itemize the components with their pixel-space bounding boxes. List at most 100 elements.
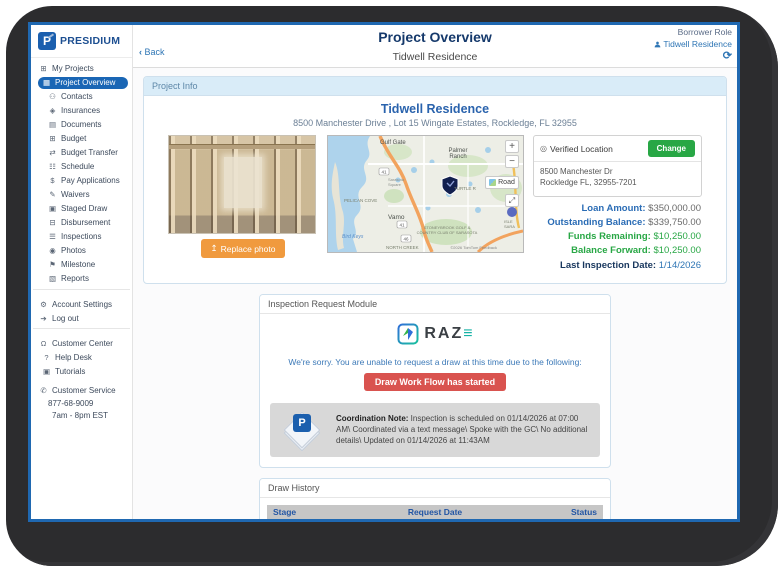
sidebar-item-waivers[interactable]: ✎ Waivers: [44, 189, 128, 201]
shield-icon: ◈: [49, 106, 56, 115]
content-area: Project Info Tidwell Residence 8500 Manc…: [133, 68, 737, 519]
sidebar-item-account-settings[interactable]: ⚙ Account Settings: [35, 299, 128, 311]
sidebar-item-label: Customer Service: [52, 386, 116, 395]
screenshot-canvas: P PRESIDIUM ⊞ My Projects ▦ Project Overvie…: [0, 0, 782, 572]
person-icon: [654, 41, 661, 48]
sidebar-item-label: Contacts: [61, 92, 93, 101]
map-layer-icon: [489, 179, 497, 186]
sidebar-item-label: Help Desk: [55, 353, 92, 362]
contacts-icon: ⚇: [49, 92, 56, 101]
sidebar-item-contacts[interactable]: ⚇ Contacts: [44, 91, 128, 103]
brand-logo[interactable]: P PRESIDIUM: [31, 25, 132, 58]
draw-history-header: Draw History: [260, 478, 610, 498]
sidebar-divider: [33, 288, 130, 290]
map-label: Palmer Ranch: [448, 148, 468, 160]
financial-label: Loan Amount:: [581, 202, 646, 214]
map-fullscreen-button[interactable]: ⤢: [505, 194, 519, 207]
draw-history-table: Stage Request Date Status Stage # 12025-…: [267, 504, 603, 519]
header-right-meta: Borrower Role Tidwell Residence ⟳: [654, 27, 732, 62]
camera-icon: ◉: [49, 246, 56, 255]
document-icon: ▤: [48, 120, 57, 129]
presidium-cube-icon: P: [282, 411, 322, 452]
sidebar-item-schedule[interactable]: ☷ Schedule: [44, 161, 128, 173]
refresh-icon[interactable]: ⟳: [654, 51, 732, 62]
report-icon: ▧: [48, 274, 57, 283]
replace-photo-button[interactable]: ↥ Replace photo: [200, 239, 286, 258]
map-zoom-in-button[interactable]: +: [505, 140, 519, 153]
sidebar-item-reports[interactable]: ▧ Reports: [44, 273, 128, 285]
sidebar-item-photos[interactable]: ◉ Photos: [44, 245, 128, 257]
sidebar-item-label: Log out: [52, 313, 79, 323]
financial-label: Funds Remaining:: [567, 231, 651, 243]
route-shield-41: 41: [381, 169, 387, 174]
sidebar-item-insurances[interactable]: ◈ Insurances: [44, 105, 128, 117]
financial-line-funds-remaining: Funds Remaining: $10,250.00: [533, 230, 701, 244]
change-location-button[interactable]: Change: [647, 140, 695, 157]
logout-icon: ➔: [40, 313, 47, 323]
sidebar-item-pay-applications[interactable]: $ Pay Applications: [44, 175, 128, 187]
sidebar-item-project-overview[interactable]: ▦ Project Overview: [38, 77, 128, 89]
raze-logo-icon: [397, 323, 419, 345]
financial-line-balance-forward: Balance Forward: $10,250.00: [533, 244, 701, 258]
customer-service-phone: 877-68-9009: [48, 399, 94, 408]
project-photo: [168, 135, 316, 234]
list-icon: ☰: [49, 232, 56, 241]
sidebar-item-label: Schedule: [61, 162, 95, 171]
coordination-note: P Coordination Note: Inspection is sched…: [270, 402, 600, 457]
map-zoom-out-button[interactable]: −: [505, 155, 519, 168]
sidebar-item-inspections[interactable]: ☰ Inspections: [44, 231, 128, 243]
overview-icon: ▦: [42, 78, 51, 87]
sidebar-account-section: ⚙ Account Settings ➔ Log out: [31, 294, 132, 325]
map-label: Bird Keys: [342, 234, 364, 240]
transfer-icon: ⇄: [49, 148, 56, 157]
location-map[interactable]: 41 41 46 Gulf Gate Palmer Ranch Sarasota…: [327, 135, 524, 253]
sidebar-item-label: Pay Applications: [61, 176, 120, 185]
financial-label: Last Inspection Date:: [560, 259, 657, 271]
gear-icon: ⚙: [40, 299, 47, 309]
sidebar-item-budget[interactable]: ⊞ Budget: [44, 133, 128, 145]
sidebar-item-documents[interactable]: ▤ Documents: [44, 119, 128, 131]
sidebar-item-staged-draw[interactable]: ▣ Staged Draw: [44, 203, 128, 215]
inspection-request-header: Inspection Request Module: [260, 294, 610, 314]
column-stage: Stage: [267, 504, 367, 519]
sidebar-item-disbursement[interactable]: ⊟ Disbursement: [44, 217, 128, 229]
sidebar-item-help-desk[interactable]: ? Help Desk: [38, 352, 128, 364]
sidebar-item-label: Account Settings: [52, 299, 113, 309]
map-label: NORTH CREEK: [386, 245, 419, 250]
financial-value: $339,750.00: [648, 216, 701, 228]
column-status: Status: [503, 504, 603, 519]
sidebar-item-my-projects[interactable]: ⊞ My Projects: [35, 63, 128, 75]
verified-location-label: ◎ Verified Location: [540, 143, 613, 154]
map-label: Gulf Gate: [380, 140, 406, 146]
inspection-request-panel: Inspection Request Module RAZ≡ We're sor…: [259, 293, 611, 468]
flag-icon: ⚑: [49, 260, 56, 269]
chart-icon: ☷: [49, 162, 56, 171]
sidebar-item-milestone[interactable]: ⚑ Milestone: [44, 259, 128, 271]
sidebar-item-label: My Projects: [52, 64, 94, 73]
target-icon: ◎: [540, 144, 547, 153]
project-name: Tidwell Residence: [380, 102, 490, 116]
map-label: PELICAN COVE: [344, 198, 378, 203]
sidebar-item-log-out[interactable]: ➔ Log out: [35, 313, 128, 325]
svg-text:46: 46: [403, 236, 409, 241]
page-subtitle: Tidwell Residence: [392, 51, 478, 63]
draw-history-panel: Draw History Stage Request Date Status S…: [259, 477, 611, 519]
money-icon: $: [50, 176, 55, 185]
raze-logo: RAZ≡: [397, 323, 473, 345]
sidebar-item-tutorials[interactable]: ▣ Tutorials: [38, 366, 128, 378]
sidebar-item-customer-service[interactable]: ✆ Customer Service: [35, 385, 128, 397]
sidebar: P PRESIDIUM ⊞ My Projects ▦ Project Overvie…: [31, 25, 133, 519]
sidebar-item-customer-center[interactable]: Ω Customer Center: [35, 338, 128, 350]
chevron-left-icon: ‹: [139, 47, 142, 57]
sidebar-item-budget-transfer[interactable]: ⇄ Budget Transfer: [44, 147, 128, 159]
header-divider: [133, 67, 737, 68]
sidebar-item-label: Project Overview: [55, 78, 116, 87]
sidebar-item-label: Documents: [61, 120, 102, 129]
user-menu[interactable]: Tidwell Residence: [654, 39, 732, 50]
workflow-status-badge: Draw Work Flow has started: [363, 372, 507, 391]
map-layer-button[interactable]: Road: [485, 176, 519, 189]
financial-value: 1/14/2026: [658, 259, 701, 271]
map-attribution: ©2026 TomTom Feedback: [450, 245, 497, 250]
sidebar-item-label: Customer Center: [52, 339, 113, 348]
back-button[interactable]: ‹ Back: [139, 47, 165, 57]
